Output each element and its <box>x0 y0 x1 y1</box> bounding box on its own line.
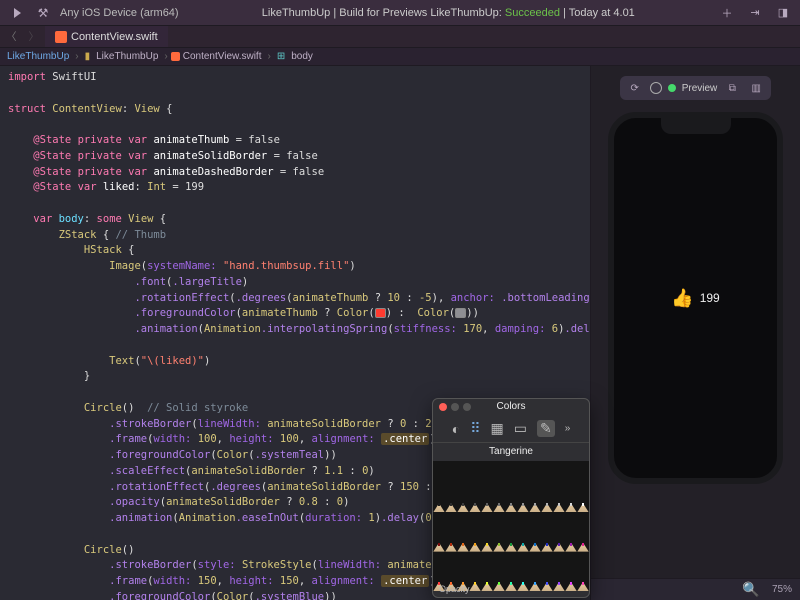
color-palettes-icon[interactable]: ▦ <box>490 420 503 437</box>
preview-refresh-icon[interactable]: ⟳ <box>626 79 644 97</box>
tab-bar: 〈 〉 ContentView.swift <box>0 26 800 48</box>
swift-file-icon <box>55 31 67 43</box>
folder-icon: ▮ <box>82 51 94 62</box>
nav-back[interactable]: 〈 <box>0 29 23 44</box>
preview-duplicate-icon[interactable]: ⧉ <box>723 79 741 97</box>
nav-fwd[interactable]: 〉 <box>23 29 46 44</box>
breadcrumb[interactable]: LikeThumbUp › ▮ LikeThumbUp › ContentVie… <box>0 48 800 66</box>
preview-statusbar: 🔍 75% <box>591 578 800 600</box>
live-indicator-icon <box>668 84 676 92</box>
editor-tab[interactable]: ContentView.swift <box>45 26 168 47</box>
device-notch <box>661 118 731 134</box>
like-count: 199 <box>700 291 720 305</box>
titlebar: ⚒ Any iOS Device (arm64) LikeThumbUp | B… <box>0 0 800 26</box>
color-window-title: Colors <box>433 401 589 412</box>
build-button[interactable]: ⚒ <box>34 4 52 22</box>
inspectors-toggle[interactable]: ◨ <box>774 4 792 22</box>
color-picker-window[interactable]: Colors ◐ ⠿ ▦ ▭ ✎ » Tangerine Opacity <box>432 398 590 598</box>
preview-label: Preview <box>682 83 718 94</box>
bc-symbol[interactable]: body <box>288 51 316 62</box>
selected-color-name: Tangerine <box>433 443 589 461</box>
pencil-palette[interactable] <box>433 461 589 591</box>
color-sliders-icon[interactable]: ⠿ <box>470 420 480 437</box>
device-frame[interactable]: 👍 199 <box>608 112 783 484</box>
zoom-out-icon[interactable]: 🔍 <box>742 581 760 599</box>
property-icon: ⊞ <box>274 51 288 62</box>
bc-file[interactable]: ContentView.swift <box>180 51 265 62</box>
run-button[interactable] <box>8 4 26 22</box>
bc-folder[interactable]: LikeThumbUp <box>93 51 161 62</box>
thumb-icon: 👍 <box>671 288 693 309</box>
zoom-level[interactable]: 75% <box>772 584 792 595</box>
add-button[interactable]: ＋ <box>718 4 736 22</box>
color-pencils-icon[interactable]: ✎ <box>537 420 555 437</box>
color-wheel-icon[interactable]: ◐ <box>452 421 460 437</box>
preview-device-icon[interactable] <box>650 82 662 94</box>
opacity-label: Opacity <box>439 584 470 594</box>
color-mode-tabs[interactable]: ◐ ⠿ ▦ ▭ ✎ » <box>433 415 589 443</box>
color-literal-gray[interactable] <box>455 308 466 318</box>
bc-project[interactable]: LikeThumbUp <box>4 51 72 62</box>
library-button[interactable]: ⇥ <box>746 4 764 22</box>
more-icon[interactable]: » <box>565 423 571 434</box>
run-destination[interactable]: Any iOS Device (arm64) <box>60 7 179 19</box>
preview-toolbar: ⟳ Preview ⧉ ▥ <box>620 76 772 100</box>
like-view[interactable]: 👍 199 <box>671 288 719 309</box>
preview-canvas: ⟳ Preview ⧉ ▥ 👍 199 🔍 75% <box>590 66 800 600</box>
tab-filename: ContentView.swift <box>71 31 158 43</box>
color-spectrum-icon[interactable]: ▭ <box>514 420 527 437</box>
color-literal-red[interactable] <box>375 308 386 318</box>
preview-settings-icon[interactable]: ▥ <box>747 79 765 97</box>
swift-file-icon <box>171 52 180 61</box>
build-status: LikeThumbUp | Build for Previews LikeThu… <box>179 7 718 19</box>
